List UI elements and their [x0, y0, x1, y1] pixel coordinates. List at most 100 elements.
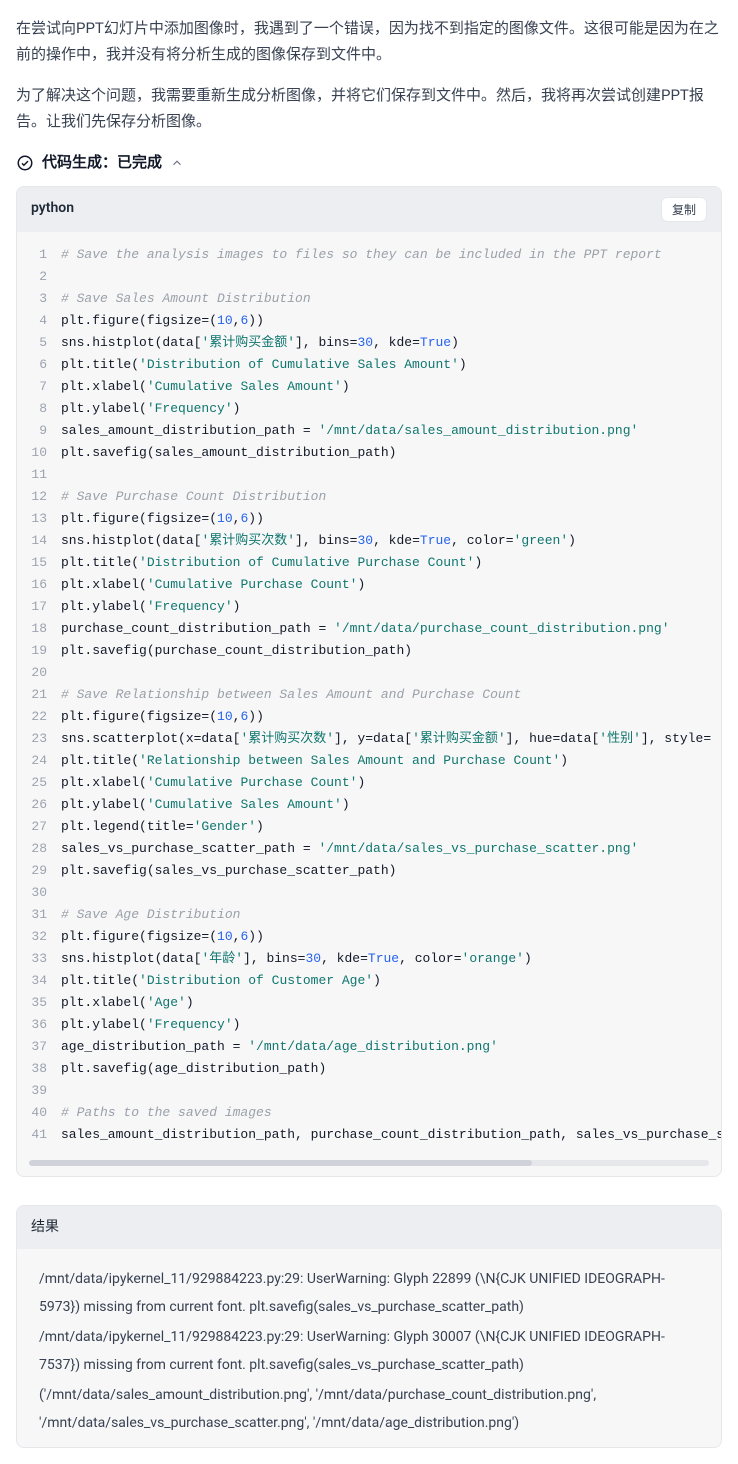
code-line: 20 — [17, 662, 721, 684]
line-number: 12 — [17, 486, 61, 508]
line-content: plt.savefig(sales_vs_purchase_scatter_pa… — [61, 860, 410, 882]
line-number: 25 — [17, 772, 61, 794]
assistant-prose: 在尝试向PPT幻灯片中添加图像时，我遇到了一个错误，因为找不到指定的图像文件。这… — [16, 16, 722, 134]
code-block: python 复制 1# Save the analysis images to… — [16, 186, 722, 1177]
line-content: sales_amount_distribution_path = '/mnt/d… — [61, 420, 652, 442]
line-content: plt.figure(figsize=(10,6)) — [61, 508, 278, 530]
line-number: 28 — [17, 838, 61, 860]
line-number: 36 — [17, 1014, 61, 1036]
prose-paragraph: 为了解决这个问题，我需要重新生成分析图像，并将它们保存到文件中。然后，我将再次尝… — [16, 83, 722, 134]
code-line: 27plt.legend(title='Gender') — [17, 816, 721, 838]
line-content: plt.ylabel('Frequency') — [61, 1014, 254, 1036]
line-number: 13 — [17, 508, 61, 530]
line-number: 33 — [17, 948, 61, 970]
result-line: /mnt/data/ipykernel_11/929884223.py:29: … — [39, 1265, 699, 1321]
line-content: plt.savefig(age_distribution_path) — [61, 1058, 340, 1080]
line-number: 2 — [17, 266, 61, 288]
code-line: 5sns.histplot(data['累计购买金额'], bins=30, k… — [17, 332, 721, 354]
line-content: purchase_count_distribution_path = '/mnt… — [61, 618, 684, 640]
line-number: 26 — [17, 794, 61, 816]
line-number: 39 — [17, 1080, 61, 1102]
code-line: 13plt.figure(figsize=(10,6)) — [17, 508, 721, 530]
code-line: 22plt.figure(figsize=(10,6)) — [17, 706, 721, 728]
line-content: plt.ylabel('Frequency') — [61, 596, 254, 618]
line-number: 30 — [17, 882, 61, 904]
line-number: 14 — [17, 530, 61, 552]
result-line: ('/mnt/data/sales_amount_distribution.pn… — [39, 1381, 699, 1437]
line-content: # Save Purchase Count Distribution — [61, 486, 340, 508]
codegen-status-row[interactable]: 代码生成：已完成 — [16, 150, 722, 176]
result-block: 结果 /mnt/data/ipykernel_11/929884223.py:2… — [16, 1205, 722, 1449]
line-number: 15 — [17, 552, 61, 574]
line-number: 24 — [17, 750, 61, 772]
line-number: 5 — [17, 332, 61, 354]
code-line: 4plt.figure(figsize=(10,6)) — [17, 310, 721, 332]
line-content: plt.xlabel('Cumulative Purchase Count') — [61, 574, 379, 596]
code-line: 14sns.histplot(data['累计购买次数'], bins=30, … — [17, 530, 721, 552]
copy-button[interactable]: 复制 — [661, 197, 707, 222]
code-line: 12# Save Purchase Count Distribution — [17, 486, 721, 508]
line-number: 10 — [17, 442, 61, 464]
line-content: # Save Sales Amount Distribution — [61, 288, 325, 310]
code-line: 9sales_amount_distribution_path = '/mnt/… — [17, 420, 721, 442]
line-number: 31 — [17, 904, 61, 926]
code-line: 6plt.title('Distribution of Cumulative S… — [17, 354, 721, 376]
line-number: 11 — [17, 464, 61, 486]
code-body[interactable]: 1# Save the analysis images to files so … — [17, 232, 721, 1154]
code-line: 26plt.ylabel('Cumulative Sales Amount') — [17, 794, 721, 816]
line-content: sales_amount_distribution_path, purchase… — [61, 1124, 721, 1146]
line-content: plt.savefig(sales_amount_distribution_pa… — [61, 442, 410, 464]
line-number: 18 — [17, 618, 61, 640]
line-content: plt.title('Relationship between Sales Am… — [61, 750, 582, 772]
code-line: 40# Paths to the saved images — [17, 1102, 721, 1124]
line-content: sns.scatterplot(x=data['累计购买次数'], y=data… — [61, 728, 721, 750]
line-number: 23 — [17, 728, 61, 750]
chevron-up-icon — [170, 156, 184, 170]
line-content: plt.figure(figsize=(10,6)) — [61, 310, 278, 332]
line-content: plt.title('Distribution of Cumulative Pu… — [61, 552, 496, 574]
code-line: 38plt.savefig(age_distribution_path) — [17, 1058, 721, 1080]
code-line: 24plt.title('Relationship between Sales … — [17, 750, 721, 772]
line-number: 29 — [17, 860, 61, 882]
code-language-label: python — [31, 197, 74, 221]
line-content: age_distribution_path = '/mnt/data/age_d… — [61, 1036, 512, 1058]
code-line: 7plt.xlabel('Cumulative Sales Amount') — [17, 376, 721, 398]
code-line: 37age_distribution_path = '/mnt/data/age… — [17, 1036, 721, 1058]
code-line: 33sns.histplot(data['年龄'], bins=30, kde=… — [17, 948, 721, 970]
code-line: 35plt.xlabel('Age') — [17, 992, 721, 1014]
line-content: plt.legend(title='Gender') — [61, 816, 278, 838]
line-number: 19 — [17, 640, 61, 662]
line-number: 38 — [17, 1058, 61, 1080]
code-line: 29plt.savefig(sales_vs_purchase_scatter_… — [17, 860, 721, 882]
line-number: 20 — [17, 662, 61, 684]
code-header: python 复制 — [17, 187, 721, 232]
line-number: 22 — [17, 706, 61, 728]
line-number: 16 — [17, 574, 61, 596]
horizontal-scrollbar[interactable] — [29, 1160, 709, 1166]
line-number: 21 — [17, 684, 61, 706]
code-line: 10plt.savefig(sales_amount_distribution_… — [17, 442, 721, 464]
line-number: 32 — [17, 926, 61, 948]
code-line: 3# Save Sales Amount Distribution — [17, 288, 721, 310]
code-line: 28sales_vs_purchase_scatter_path = '/mnt… — [17, 838, 721, 860]
line-content: sales_vs_purchase_scatter_path = '/mnt/d… — [61, 838, 652, 860]
result-line: /mnt/data/ipykernel_11/929884223.py:29: … — [39, 1323, 699, 1379]
line-number: 37 — [17, 1036, 61, 1058]
line-content: plt.ylabel('Frequency') — [61, 398, 254, 420]
line-number: 9 — [17, 420, 61, 442]
code-line: 32plt.figure(figsize=(10,6)) — [17, 926, 721, 948]
line-number: 6 — [17, 354, 61, 376]
line-number: 17 — [17, 596, 61, 618]
check-circle-icon — [16, 154, 34, 172]
code-line: 16plt.xlabel('Cumulative Purchase Count'… — [17, 574, 721, 596]
prose-paragraph: 在尝试向PPT幻灯片中添加图像时，我遇到了一个错误，因为找不到指定的图像文件。这… — [16, 16, 722, 67]
code-line: 34plt.title('Distribution of Customer Ag… — [17, 970, 721, 992]
code-line: 39 — [17, 1080, 721, 1102]
line-content: plt.xlabel('Cumulative Purchase Count') — [61, 772, 379, 794]
line-number: 3 — [17, 288, 61, 310]
result-header: 结果 — [17, 1206, 721, 1250]
line-content: plt.title('Distribution of Cumulative Sa… — [61, 354, 481, 376]
code-line: 17plt.ylabel('Frequency') — [17, 596, 721, 618]
code-line: 31# Save Age Distribution — [17, 904, 721, 926]
code-line: 1# Save the analysis images to files so … — [17, 244, 721, 266]
